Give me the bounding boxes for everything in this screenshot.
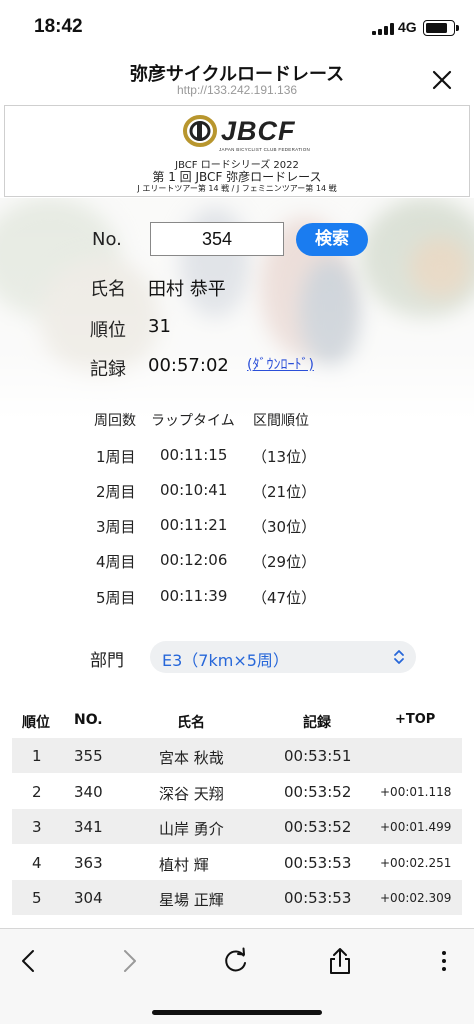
download-link[interactable]: (ﾀﾞｳﾝﾛｰﾄﾞ): [247, 354, 314, 374]
result-name: 深谷 天翔: [159, 784, 224, 803]
result-gap: +00:02.309: [380, 891, 452, 905]
no-label: No.: [92, 229, 122, 250]
reload-icon: [225, 947, 246, 972]
category-select[interactable]: E3（7km×5周）: [150, 641, 416, 673]
close-button[interactable]: [428, 66, 456, 94]
chevron-right-icon: [124, 950, 136, 972]
result-record: 00:53:51: [284, 747, 352, 765]
forward-button[interactable]: [110, 941, 150, 981]
result-record: 00:53:53: [284, 889, 352, 907]
rank-label: 順位: [90, 320, 126, 341]
results-header-record: 記録: [303, 715, 331, 731]
lap-cell-time: 00:11:15: [160, 446, 228, 464]
rider-record: 00:57:02: [148, 355, 229, 376]
results-body: 1 355 宮本 秋哉 00:53:51 2 340 深谷 天翔 00:53:52 +00:01…: [0, 738, 474, 928]
lap-cell-time: 00:11:39: [160, 587, 228, 605]
logo-subtext: JAPAN BICYCLIST CLUB FEDERATION: [219, 147, 311, 152]
result-rank: 4: [32, 853, 42, 872]
logo-text: JBCF: [221, 116, 296, 146]
lap-cell-rank: （30位）: [252, 518, 317, 536]
category-label: 部門: [90, 651, 124, 671]
lap-cell-rank: （21位）: [252, 483, 317, 501]
lap-cell-time: 00:11:21: [160, 516, 228, 534]
result-no: 340: [74, 782, 103, 801]
lap-header-time: ラップタイム: [151, 413, 235, 429]
more-vertical-icon: [442, 951, 446, 971]
result-gap: +00:01.499: [380, 820, 452, 834]
network-type: 4G: [398, 19, 417, 35]
result-name: 宮本 秋哉: [159, 749, 224, 767]
more-button[interactable]: [424, 941, 464, 981]
status-bar: 18:42 4G: [0, 0, 474, 54]
results-header-rank: 順位: [22, 715, 50, 731]
lap-cell-lap: 2周目: [96, 483, 136, 501]
status-time: 18:42: [34, 16, 83, 37]
rider-number-input[interactable]: 354: [150, 222, 284, 256]
signal-icon: [372, 23, 396, 35]
table-row: 1 355 宮本 秋哉 00:53:51: [12, 738, 462, 773]
battery-icon: [423, 20, 459, 36]
table-row: 4 363 植村 輝 00:53:53 +00:02.251: [12, 845, 462, 880]
share-button[interactable]: [320, 941, 360, 981]
result-name: 星場 正輝: [159, 891, 224, 909]
result-name: 山岸 勇介: [159, 820, 224, 838]
result-gap: +00:02.251: [380, 855, 452, 870]
result-name: 植村 輝: [159, 855, 209, 874]
result-gap: +00:01.118: [380, 784, 452, 799]
banner-tour: J エリートツアー第 14 戦 / J フェミニンツアー第 14 戦: [137, 184, 337, 193]
lap-cell-rank: （47位）: [252, 589, 317, 607]
rider-rank: 31: [148, 316, 171, 337]
lap-cell-lap: 5周目: [96, 589, 136, 607]
lap-cell-time: 00:10:41: [160, 481, 228, 499]
jbcf-ring-icon: [183, 115, 217, 147]
lap-cell-rank: （29位）: [252, 553, 317, 571]
result-rank: 1: [32, 747, 42, 765]
result-record: 00:53:53: [284, 853, 352, 872]
result-record: 00:53:52: [284, 782, 352, 801]
result-record: 00:53:52: [284, 818, 352, 836]
table-row-partial: [12, 916, 462, 929]
lap-cell-lap: 1周目: [96, 448, 136, 466]
result-rank: 3: [32, 818, 42, 836]
share-icon: [330, 948, 350, 974]
table-row: 3 341 山岸 勇介 00:53:52 +00:01.499: [12, 809, 462, 844]
record-label: 記録: [90, 359, 126, 380]
lap-header-rank: 区間順位: [253, 413, 309, 429]
result-no: 341: [74, 818, 103, 836]
event-banner: JBCF JAPAN BICYCLIST CLUB FEDERATION JBC…: [4, 105, 470, 197]
jbcf-logo: JBCF JAPAN BICYCLIST CLUB FEDERATION: [181, 113, 310, 153]
rider-name: 田村 恭平: [148, 279, 226, 300]
table-row: 2 340 深谷 天翔 00:53:52 +00:01.118: [12, 774, 462, 809]
lap-header-lap: 周回数: [94, 413, 136, 429]
battery-level: [426, 23, 448, 33]
table-row: 5 304 星場 正輝 00:53:53 +00:02.309: [12, 880, 462, 915]
lap-cell-rank: （13位）: [252, 448, 317, 466]
name-label: 氏名: [90, 279, 126, 300]
home-indicator: [152, 1010, 322, 1015]
chevron-updown-icon: [394, 650, 404, 664]
result-no: 363: [74, 853, 103, 872]
lap-cell-lap: 4周目: [96, 553, 136, 571]
result-rank: 2: [32, 782, 42, 801]
lap-cell-time: 00:12:06: [160, 551, 228, 569]
result-no: 304: [74, 889, 103, 907]
result-no: 355: [74, 747, 103, 765]
result-rank: 5: [32, 889, 42, 907]
results-header-no: NO.: [74, 712, 103, 728]
close-icon: [432, 70, 452, 90]
page-url: http://133.242.191.136: [176, 83, 298, 97]
results-header-gap: +TOP: [395, 712, 436, 727]
category-selected: E3（7km×5周）: [162, 651, 289, 670]
chevron-left-icon: [22, 950, 34, 972]
browser-title-bar: 弥彦サイクルロードレース http://133.242.191.136: [0, 54, 474, 104]
search-button[interactable]: 検索: [296, 223, 368, 256]
results-header-name: 氏名: [177, 715, 205, 731]
back-button[interactable]: [8, 941, 48, 981]
lap-cell-lap: 3周目: [96, 518, 136, 536]
reload-button[interactable]: [216, 941, 256, 981]
